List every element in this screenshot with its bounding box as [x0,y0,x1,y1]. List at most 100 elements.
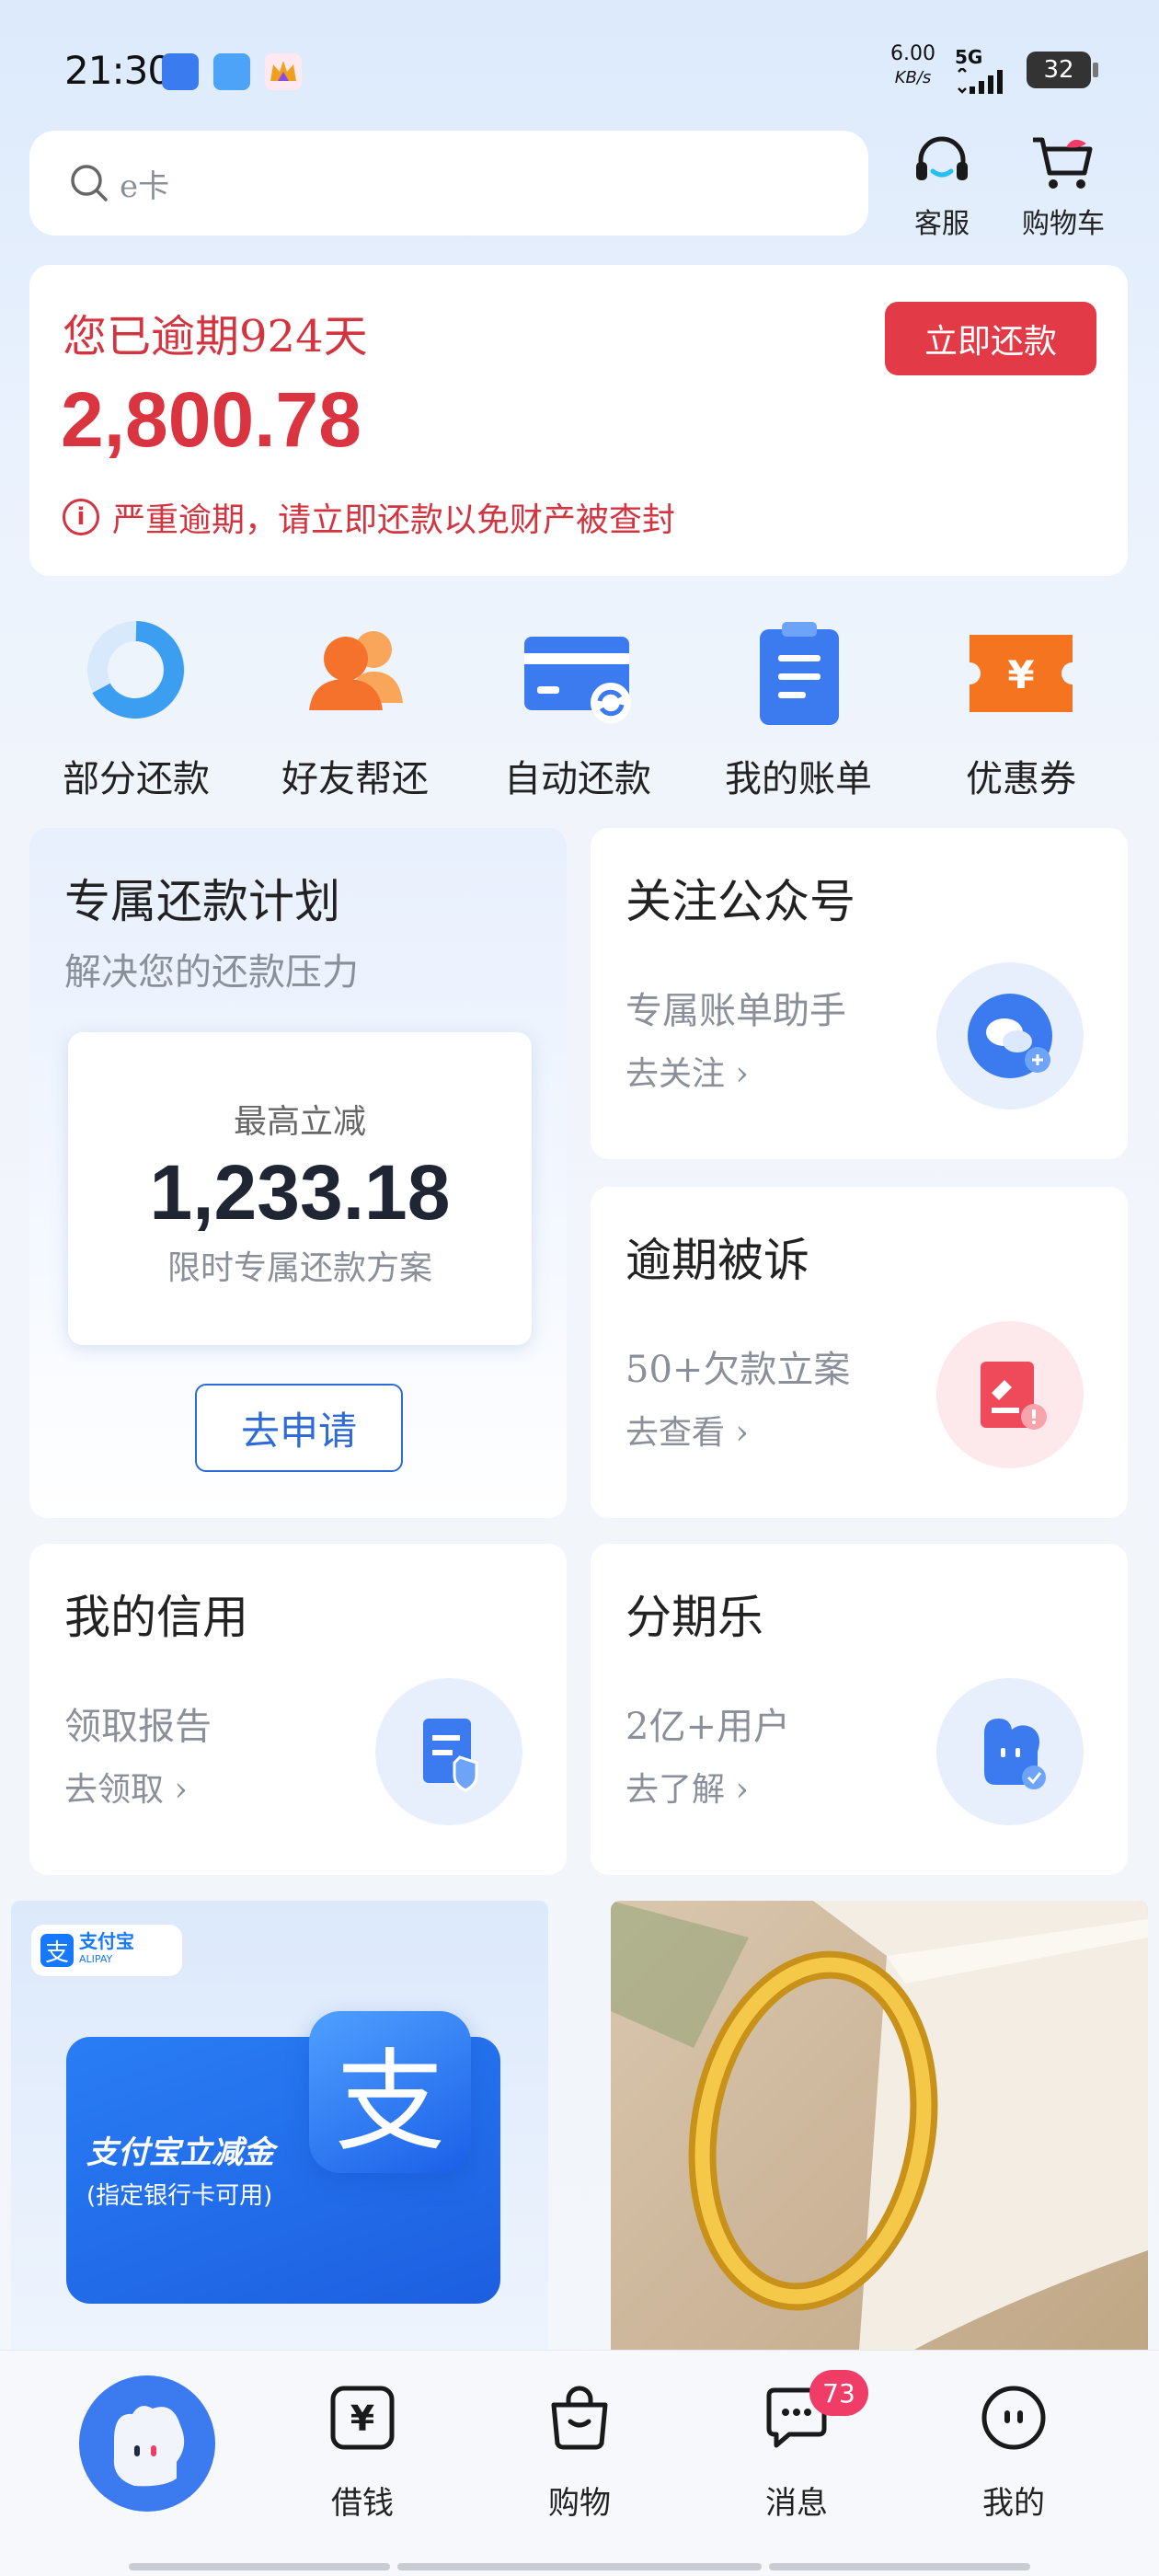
quick-action-my-bill[interactable]: 我的账单 [690,618,907,802]
alipay-logo-text: 支付宝 [79,1930,134,1952]
quick-action-label: 好友帮还 [281,758,429,800]
credit-link-text: 去领取 [64,1771,165,1809]
gold-bangle-image [611,1901,1148,2350]
signal-icon [958,66,1003,94]
cart-icon [1033,137,1093,189]
svg-text:¥: ¥ [1007,652,1034,697]
shopping-cart-button[interactable]: 购物车 [1008,131,1119,241]
friends-help-icon [300,618,410,729]
alipay-logo: 支 支付宝 ALIPAY [31,1925,182,1976]
overdue-lawsuit-card[interactable]: 逾期被诉 50+欠款立案 去查看 › [591,1187,1128,1518]
quick-action-auto-repay[interactable]: 自动还款 [469,618,686,802]
chevron-right-icon: › [735,1055,749,1093]
follow-link-text: 去关注 [625,1055,726,1093]
network-type-label: 5G [955,46,983,68]
plan-offer-desc: 限时专属还款方案 [166,1249,432,1287]
nav-messages-label: 消息 [765,2485,828,2522]
overdue-amount: 2,800.78 [61,376,361,463]
nav-shopping[interactable]: 购物 [497,2383,662,2523]
nav-profile-label: 我的 [982,2485,1045,2522]
alipay-promo-note: (指定银行卡可用) [86,2182,273,2210]
gold-bangle-banner[interactable] [611,1901,1148,2350]
info-icon: i [63,499,99,535]
apply-button[interactable]: 去申请 [195,1384,403,1472]
status-time: 21:30 [64,48,172,93]
search-input[interactable]: e卡 [29,131,868,236]
mascot-icon [113,2406,185,2487]
repayment-plan-card[interactable]: 专属还款计划 解决您的还款压力 最高立减 1,233.18 限时专属还款方案 去… [29,828,567,1518]
notification-crown-icon [265,53,302,90]
notification-app-icon [213,53,250,90]
network-type: 5G [955,46,1012,98]
svg-text:¥: ¥ [350,2398,374,2439]
follow-link[interactable]: 去关注 › [625,1047,749,1095]
gesture-bar-segment [769,2563,1030,2570]
gesture-bar-segment [129,2563,390,2570]
installment-link[interactable]: 去了解 › [625,1763,749,1811]
credit-title: 我的信用 [64,1591,248,1644]
shopping-bag-icon [551,2386,608,2450]
quick-action-label: 我的账单 [725,758,872,800]
home-mascot-button[interactable] [79,2375,215,2512]
alipay-char: 支 [335,2039,445,2167]
notification-app-icon [162,53,199,90]
credit-report-icon [375,1678,522,1825]
lawsuit-subtitle: 50+欠款立案 [625,1349,851,1391]
plan-offer-amount: 1,233.18 [149,1149,451,1236]
follow-title: 关注公众号 [625,875,855,928]
partial-repay-icon [81,618,191,729]
plan-offer-label: 最高立减 [233,1103,366,1141]
profile-icon [981,2386,1046,2450]
plan-subtitle: 解决您的还款压力 [64,951,359,994]
yuan-icon: ¥ [330,2386,395,2450]
headset-icon [916,136,968,180]
follow-official-account-card[interactable]: 关注公众号 专属账单助手 去关注 › [591,828,1128,1159]
court-gavel-icon [936,1321,1084,1468]
lawsuit-link[interactable]: 去查看 › [625,1406,749,1454]
nav-shopping-label: 购物 [548,2485,611,2522]
installment-logo-icon [936,1678,1084,1825]
nav-profile[interactable]: 我的 [931,2383,1096,2523]
nav-borrow-label: 借钱 [331,2485,394,2522]
network-speed-unit: KB/s [894,68,932,87]
quick-action-label: 部分还款 [63,758,210,800]
quick-action-friends-help[interactable]: 好友帮还 [247,618,464,802]
repay-now-button[interactable]: 立即还款 [885,302,1096,375]
customer-service-button[interactable]: 客服 [887,131,997,241]
quick-action-label: 自动还款 [504,758,651,800]
network-speed: 6.00 KB/s [890,42,935,90]
installment-link-text: 去了解 [625,1771,726,1809]
battery-level: 32 [1043,56,1074,84]
quick-action-coupon[interactable]: ¥ 优惠券 [912,618,1130,802]
lawsuit-title: 逾期被诉 [625,1234,809,1287]
alipay-logo-en: ALIPAY [79,1953,113,1965]
overdue-warning: i 严重逾期，请立即还款以免财产被查封 [63,493,675,541]
installment-title: 分期乐 [625,1591,763,1644]
message-badge: 73 [809,2370,868,2416]
quick-action-label: 优惠券 [966,758,1076,800]
installment-card[interactable]: 分期乐 2亿+用户 去了解 › [591,1544,1128,1875]
chevron-right-icon: › [735,1771,749,1809]
battery-indicator: 32 [1027,52,1098,88]
follow-subtitle: 专属账单助手 [625,990,846,1032]
overdue-warning-text: 严重逾期，请立即还款以免财产被查封 [112,501,676,539]
overdue-card: 您已逾期924天 2,800.78 i 严重逾期，请立即还款以免财产被查封 立即… [29,265,1128,576]
customer-service-label: 客服 [914,208,970,240]
plan-offer-panel: 最高立减 1,233.18 限时专属还款方案 [68,1032,532,1345]
search-icon [71,165,108,201]
credit-subtitle: 领取报告 [64,1706,212,1748]
quick-action-partial-repay[interactable]: 部分还款 [28,618,245,802]
lawsuit-link-text: 去查看 [625,1414,726,1452]
chevron-right-icon: › [735,1414,749,1452]
alipay-banner[interactable]: 支 支付宝 ALIPAY 支付宝立减金 (指定银行卡可用) 支 [11,1901,548,2350]
network-speed-value: 6.00 [890,42,935,65]
my-credit-card[interactable]: 我的信用 领取报告 去领取 › [29,1544,567,1875]
gesture-bar-segment [397,2563,762,2570]
overdue-days-title: 您已逾期924天 [63,311,368,362]
installment-subtitle: 2亿+用户 [625,1706,790,1748]
credit-link[interactable]: 去领取 › [64,1763,188,1811]
coupon-icon: ¥ [966,618,1076,729]
alipay-promo-title: 支付宝立减金 [86,2134,274,2171]
alipay-char-icon: 支 [309,2011,471,2173]
nav-borrow[interactable]: ¥ 借钱 [280,2383,445,2523]
